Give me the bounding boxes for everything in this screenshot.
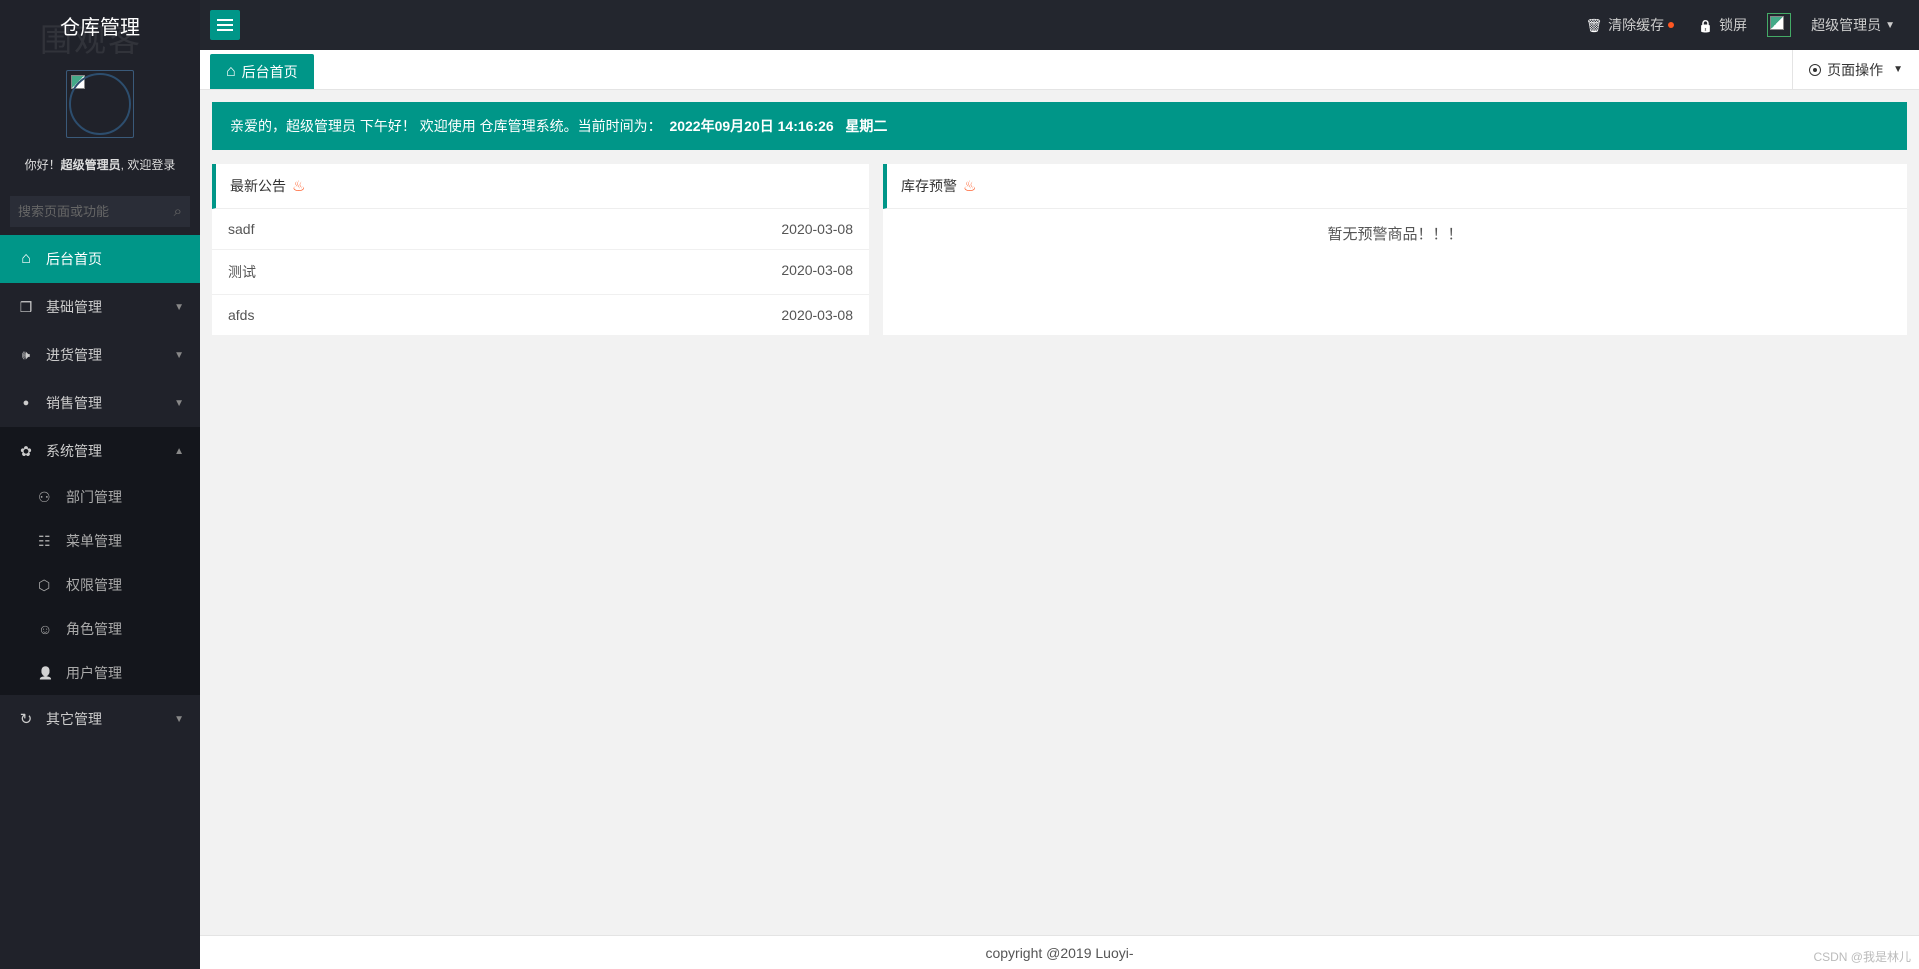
face-icon: [38, 621, 56, 637]
content: 亲爱的，超级管理员 下午好！ 欢迎使用 仓库管理系统。当前时间为： 2022年0…: [200, 90, 1919, 935]
panel-header: 最新公告 ♨: [212, 164, 869, 209]
gear-icon: [16, 443, 36, 460]
announcements-panel: 最新公告 ♨ sadf 2020-03-08 测试 2020-03-08 afds 202…: [212, 164, 869, 335]
nav-system[interactable]: 系统管理 ▲: [0, 427, 200, 475]
nav-home[interactable]: 后台首页: [0, 235, 200, 283]
notification-dot-icon: [1668, 22, 1674, 28]
sub-menu[interactable]: 菜单管理: [0, 519, 200, 563]
welcome-text: 你好！超级管理员, 欢迎登录: [25, 156, 176, 173]
refresh-icon: [16, 710, 36, 728]
hamburger-button[interactable]: [210, 10, 240, 40]
topbar-avatar[interactable]: [1767, 13, 1791, 37]
caret-down-icon: ▼: [1893, 64, 1903, 75]
chevron-up-icon: ▲: [174, 446, 184, 457]
search-icon[interactable]: ⌕: [174, 203, 182, 220]
caret-down-icon: ▼: [1885, 20, 1895, 31]
main-area: 清除缓存 锁屏 超级管理员 ▼ 后台首页 页面操作 ▼: [200, 0, 1919, 969]
announcement-title: sadf: [228, 221, 254, 237]
announcement-row[interactable]: afds 2020-03-08: [212, 295, 869, 335]
cube-icon: [16, 299, 36, 316]
lock-button[interactable]: 锁屏: [1686, 0, 1759, 50]
stock-warning-panel: 库存预警 ♨ 暂无预警商品！！！: [883, 164, 1907, 335]
stock-empty-text: 暂无预警商品！！！: [883, 209, 1907, 258]
chat-icon: [16, 397, 36, 409]
lock-icon: [1698, 17, 1713, 33]
page-operations[interactable]: 页面操作 ▼: [1792, 50, 1919, 89]
csdn-watermark: CSDN @我是林儿: [1813, 948, 1911, 965]
tabs-row: 后台首页 页面操作 ▼: [200, 50, 1919, 90]
fire-icon: ♨: [292, 177, 305, 195]
nav-purchase[interactable]: 进货管理 ▼: [0, 331, 200, 379]
nav-label: 系统管理: [46, 441, 102, 461]
panel-header: 库存预警 ♨: [883, 164, 1907, 209]
avatar[interactable]: [66, 70, 134, 138]
app-title: 仓库管理: [0, 0, 200, 50]
broken-image-icon: [71, 75, 85, 89]
panels: 最新公告 ♨ sadf 2020-03-08 测试 2020-03-08 afds 202…: [212, 164, 1907, 335]
menu-icon: [38, 533, 56, 550]
trash-icon: [1586, 17, 1603, 34]
sidebar: 围观客 仓库管理 你好！超级管理员, 欢迎登录 ⌕ 后台首页 基础管理 ▼: [0, 0, 200, 969]
nav-label: 基础管理: [46, 297, 102, 317]
topbar: 清除缓存 锁屏 超级管理员 ▼: [200, 0, 1919, 50]
announcements-list: sadf 2020-03-08 测试 2020-03-08 afds 2020-03-08: [212, 209, 869, 335]
sub-dept[interactable]: 部门管理: [0, 475, 200, 519]
footer: copyright @2019 Luoyi-: [200, 935, 1919, 969]
target-icon: [1809, 64, 1821, 76]
nav-label: 后台首页: [46, 249, 102, 269]
nav-menu: 后台首页 基础管理 ▼ 进货管理 ▼ 销售管理 ▼ 系统管理 ▲: [0, 235, 200, 969]
sub-perm[interactable]: 权限管理: [0, 563, 200, 607]
fire-icon: ♨: [963, 177, 976, 195]
chevron-down-icon: ▼: [174, 714, 184, 725]
hamburger-icon: [217, 19, 233, 31]
sub-user[interactable]: 用户管理: [0, 651, 200, 695]
nav-label: 进货管理: [46, 345, 102, 365]
nav-label: 销售管理: [46, 393, 102, 413]
home-icon: [16, 250, 36, 268]
tree-icon: [38, 489, 56, 506]
announcement-row[interactable]: sadf 2020-03-08: [212, 209, 869, 250]
chevron-down-icon: ▼: [174, 398, 184, 409]
announcement-title: afds: [228, 307, 254, 323]
welcome-banner: 亲爱的，超级管理员 下午好！ 欢迎使用 仓库管理系统。当前时间为： 2022年0…: [212, 102, 1907, 150]
nav-sales[interactable]: 销售管理 ▼: [0, 379, 200, 427]
system-submenu: 部门管理 菜单管理 权限管理 角色管理 用户管理: [0, 475, 200, 695]
announcement-title: 测试: [228, 262, 256, 282]
chevron-down-icon: ▼: [174, 350, 184, 361]
nav-other[interactable]: 其它管理 ▼: [0, 695, 200, 743]
search-input[interactable]: [10, 196, 190, 227]
user-menu[interactable]: 超级管理员 ▼: [1799, 0, 1907, 50]
tab-home[interactable]: 后台首页: [210, 54, 314, 89]
chevron-down-icon: ▼: [174, 302, 184, 313]
announcement-row[interactable]: 测试 2020-03-08: [212, 250, 869, 295]
sound-icon: [16, 347, 36, 363]
announcement-date: 2020-03-08: [781, 307, 853, 323]
clear-cache-button[interactable]: 清除缓存: [1574, 0, 1687, 50]
avatar-area: 你好！超级管理员, 欢迎登录: [0, 50, 200, 188]
announcement-date: 2020-03-08: [781, 262, 853, 282]
nav-basic[interactable]: 基础管理 ▼: [0, 283, 200, 331]
search-box: ⌕: [0, 196, 200, 227]
key-icon: [38, 577, 56, 594]
announcement-date: 2020-03-08: [781, 221, 853, 237]
user-icon: [38, 666, 56, 680]
nav-label: 其它管理: [46, 709, 102, 729]
home-icon: [226, 63, 236, 81]
sub-role[interactable]: 角色管理: [0, 607, 200, 651]
broken-image-icon: [1770, 16, 1784, 30]
